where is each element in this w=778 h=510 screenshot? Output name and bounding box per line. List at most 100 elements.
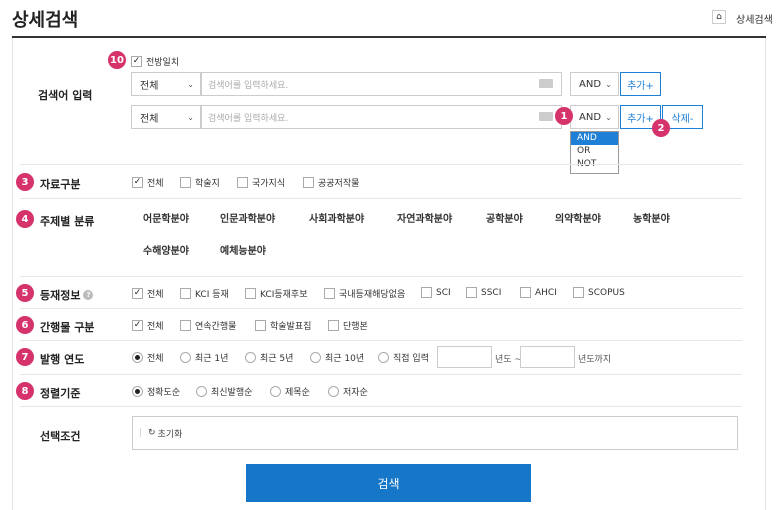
sort-title[interactable]: 제목순	[270, 385, 310, 398]
badge-2: 2	[652, 119, 670, 137]
keyboard-icon[interactable]	[539, 112, 553, 121]
checkbox-icon[interactable]	[421, 287, 432, 298]
sort-label: 정렬기준	[40, 387, 81, 400]
subject-item[interactable]: 수해양분야	[143, 242, 189, 257]
checkbox-icon[interactable]	[180, 177, 191, 188]
checkbox-checked-icon[interactable]: ✓	[132, 177, 143, 188]
breadcrumb[interactable]: 상세검색	[736, 11, 773, 26]
option-label: 전체	[147, 322, 164, 332]
checkbox-icon[interactable]	[573, 287, 584, 298]
search-input-2[interactable]: 검색어를 입력하세요.	[201, 105, 562, 129]
chevron-down-icon: ⌄	[187, 113, 194, 122]
search-placeholder: 검색어를 입력하세요.	[208, 80, 289, 91]
checkbox-icon[interactable]	[180, 320, 191, 331]
subject-item[interactable]: 자연과학분야	[397, 210, 452, 225]
listing-all[interactable]: ✓ 전체	[132, 287, 164, 300]
checkbox-icon[interactable]	[303, 177, 314, 188]
field-select-1[interactable]: 전체 ⌄	[131, 72, 201, 96]
checkbox-icon[interactable]	[466, 287, 477, 298]
badge-6: 6	[16, 316, 34, 334]
listing-none[interactable]: 국내등재해당없음	[324, 287, 405, 300]
listing-kci[interactable]: KCI 등재	[180, 287, 229, 300]
option-label: 최신발행순	[211, 388, 253, 398]
listing-sci[interactable]: SCI	[421, 287, 451, 298]
listing-scopus[interactable]: SCOPUS	[573, 287, 625, 298]
add-row-button[interactable]: 추가+	[620, 72, 661, 96]
field-select-value: 전체	[140, 80, 159, 92]
subject-item[interactable]: 의약학분야	[555, 210, 601, 225]
listing-ahci[interactable]: AHCI	[520, 287, 557, 298]
pub-type-serial[interactable]: 연속간행물	[180, 319, 236, 332]
checkbox-icon[interactable]	[180, 288, 191, 299]
option-label: SCOPUS	[588, 287, 625, 298]
operator-option-or[interactable]: OR	[571, 145, 618, 158]
help-icon[interactable]: ?	[83, 290, 94, 300]
checkbox-icon[interactable]	[328, 320, 339, 331]
option-label: 단행본	[343, 322, 368, 332]
year-from-input[interactable]	[437, 346, 492, 368]
radio-icon[interactable]	[310, 352, 321, 363]
search-input-1[interactable]: 검색어를 입력하세요.	[201, 72, 562, 96]
selected-conditions-box: | ↻ 초기화	[132, 416, 738, 450]
sort-accuracy[interactable]: 정확도순	[132, 385, 180, 398]
operator-select-1[interactable]: AND ⌄	[570, 72, 619, 96]
subject-item[interactable]: 어문학분야	[143, 210, 189, 225]
subject-item[interactable]: 인문과학분야	[220, 210, 275, 225]
sort-latest[interactable]: 최신발행순	[196, 385, 252, 398]
checkbox-icon[interactable]	[255, 320, 266, 331]
refresh-icon[interactable]: ↻	[148, 428, 156, 438]
checkbox-icon[interactable]	[520, 287, 531, 298]
year-custom[interactable]: 직접 입력	[378, 351, 429, 364]
field-select-2[interactable]: 전체 ⌄	[131, 105, 201, 129]
pub-type-proceedings[interactable]: 학술발표집	[255, 319, 311, 332]
checkbox-icon[interactable]	[245, 288, 256, 299]
pub-type-book[interactable]: 단행본	[328, 319, 368, 332]
listing-kci-candidate[interactable]: KCI등재후보	[245, 287, 307, 300]
sort-author[interactable]: 저자순	[328, 385, 368, 398]
radio-icon[interactable]	[378, 352, 389, 363]
checkbox-checked-icon[interactable]: ✓	[132, 288, 143, 299]
keyboard-icon[interactable]	[539, 79, 553, 88]
home-icon[interactable]: ⌂	[712, 10, 726, 24]
pub-type-all[interactable]: ✓ 전체	[132, 319, 164, 332]
option-label: 최근 5년	[260, 354, 294, 364]
year-all[interactable]: 전체	[132, 351, 164, 364]
subject-item[interactable]: 농학분야	[633, 210, 670, 225]
subject-item[interactable]: 예체능분야	[220, 242, 266, 257]
radio-icon[interactable]	[196, 386, 207, 397]
year-1[interactable]: 최근 1년	[180, 351, 228, 364]
resource-type-label: 자료구분	[40, 178, 81, 191]
radio-selected-icon[interactable]	[132, 352, 143, 363]
year-label: 발행 연도	[40, 353, 85, 366]
subject-item[interactable]: 공학분야	[486, 210, 523, 225]
operator-dropdown[interactable]: AND OR NOT	[570, 131, 619, 174]
radio-icon[interactable]	[180, 352, 191, 363]
checkbox-checked-icon[interactable]: ✓	[131, 56, 142, 67]
option-label: KCI등재후보	[260, 290, 308, 300]
operator-option-and[interactable]: AND	[571, 132, 618, 145]
checkbox-icon[interactable]	[324, 288, 335, 299]
radio-icon[interactable]	[245, 352, 256, 363]
year-5[interactable]: 최근 5년	[245, 351, 293, 364]
checkbox-icon[interactable]	[237, 177, 248, 188]
year-to-suffix: 년도까지	[578, 355, 612, 365]
search-placeholder: 검색어를 입력하세요.	[208, 113, 289, 124]
resource-type-all[interactable]: ✓ 전체	[132, 176, 164, 189]
checkbox-checked-icon[interactable]: ✓	[132, 320, 143, 331]
operator-select-2[interactable]: AND ⌄	[570, 105, 619, 129]
chevron-down-icon: ⌄	[605, 113, 612, 122]
radio-selected-icon[interactable]	[132, 386, 143, 397]
radio-icon[interactable]	[270, 386, 281, 397]
listing-ssci[interactable]: SSCI	[466, 287, 501, 298]
year-10[interactable]: 최근 10년	[310, 351, 364, 364]
resource-type-journal[interactable]: 학술지	[180, 176, 220, 189]
reset-button[interactable]: 초기화	[158, 427, 183, 440]
radio-icon[interactable]	[328, 386, 339, 397]
operator-value: AND	[579, 111, 602, 123]
year-to-input[interactable]	[520, 346, 575, 368]
resource-type-public[interactable]: 공공저작물	[303, 176, 359, 189]
exact-match-checkbox[interactable]: ✓ 전방일치	[131, 55, 179, 68]
subject-item[interactable]: 사회과학분야	[309, 210, 364, 225]
search-button[interactable]: 검색	[246, 464, 531, 502]
resource-type-national[interactable]: 국가지식	[237, 176, 285, 189]
